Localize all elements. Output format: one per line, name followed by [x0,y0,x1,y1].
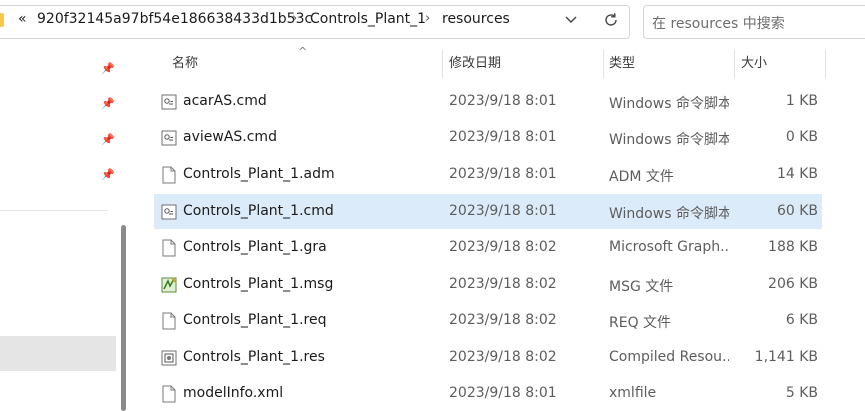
file-size: 60 KB [776,203,818,219]
file-date: 2023/9/18 8:02 [449,349,557,365]
cmd-file-icon [161,93,177,111]
file-size: 188 KB [768,239,818,255]
blank-file-icon [161,385,177,403]
file-name: acarAS.cmd [183,93,267,109]
column-header-name[interactable]: 名称 [172,52,198,77]
column-divider[interactable] [734,50,735,78]
cmd-file-icon [161,203,177,221]
file-date: 2023/9/18 8:01 [449,385,557,401]
pin-icon: 📌 [101,133,115,146]
file-row[interactable]: Controls_Plant_1.req 2023/9/18 8:02 REQ … [154,303,822,338]
file-type: Windows 命令脚本 [609,132,729,148]
file-type: Windows 命令脚本 [609,96,729,112]
file-name: modelInfo.xml [183,385,284,401]
file-name: Controls_Plant_1.gra [183,239,327,255]
file-date: 2023/9/18 8:01 [449,203,557,219]
pin-icon: 📌 [101,168,115,181]
blank-file-icon [161,166,177,184]
file-type: ADM 文件 [609,169,674,185]
column-header-size[interactable]: 大小 [741,52,767,77]
folder-icon [0,13,4,27]
file-size: 0 KB [785,129,818,145]
search-input[interactable]: 在 resources 中搜索 [643,5,865,39]
file-row[interactable]: Controls_Plant_1.adm 2023/9/18 8:01 ADM … [154,157,822,192]
blank-file-icon [161,239,177,257]
file-type: Windows 命令脚本 [609,206,729,222]
file-row[interactable]: modelInfo.xml 2023/9/18 8:01 xmlfile 5 K… [154,376,822,411]
file-name: Controls_Plant_1.adm [183,166,335,182]
column-header-date[interactable]: 修改日期 [449,52,501,77]
breadcrumb-overflow[interactable]: « [18,11,27,27]
file-date: 2023/9/18 8:02 [449,276,557,292]
file-row-selected[interactable]: Controls_Plant_1.cmd 2023/9/18 8:01 Wind… [154,194,822,229]
file-type: Microsoft Graph... [609,239,729,255]
search-placeholder: 在 resources 中搜索 [652,16,785,32]
file-date: 2023/9/18 8:02 [449,312,557,328]
file-type: MSG 文件 [609,279,674,295]
breadcrumb-hash-folder[interactable]: 920f32145a97bf54e186638433d1b53c [37,11,312,27]
column-divider[interactable] [442,50,443,78]
pin-icon: 📌 [101,97,115,110]
file-name: aviewAS.cmd [183,129,277,145]
column-divider[interactable] [603,50,604,78]
breadcrumb-resources[interactable]: resources [442,11,510,27]
breadcrumb-controls-plant[interactable]: Controls_Plant_1 [310,11,426,27]
nav-divider [0,210,108,211]
file-size: 206 KB [768,276,818,292]
nav-scrollbar[interactable] [121,225,126,411]
column-divider[interactable] [825,50,826,78]
file-name: Controls_Plant_1.res [183,349,325,365]
navigation-pane: 📌 📌 📌 📌 [0,46,118,411]
pin-icon: 📌 [101,62,115,75]
file-type: Compiled Resou... [609,349,729,365]
file-date: 2023/9/18 8:02 [449,239,557,255]
file-row[interactable]: acarAS.cmd 2023/9/18 8:01 Windows 命令脚本 1… [154,84,822,119]
file-name: Controls_Plant_1.cmd [183,203,334,219]
file-size: 14 KB [776,166,818,182]
file-type: xmlfile [609,385,657,401]
breadcrumb-separator[interactable]: › [425,11,430,26]
cmd-file-icon [161,129,177,147]
breadcrumb-separator[interactable]: › [292,11,297,26]
blank-file-icon [161,312,177,330]
file-date: 2023/9/18 8:01 [449,93,557,109]
nav-selected-item[interactable] [0,336,116,371]
column-header-type[interactable]: 类型 [609,52,635,77]
file-size: 1,141 KB [754,349,818,365]
sort-ascending-icon: ^ [298,45,308,58]
file-size: 1 KB [785,93,818,109]
file-row[interactable]: aviewAS.cmd 2023/9/18 8:01 Windows 命令脚本 … [154,120,822,155]
file-name: Controls_Plant_1.req [183,312,327,328]
file-row[interactable]: Controls_Plant_1.gra 2023/9/18 8:02 Micr… [154,230,822,265]
res-file-icon [161,349,177,367]
file-row[interactable]: Controls_Plant_1.msg 2023/9/18 8:02 MSG … [154,267,822,302]
file-name: Controls_Plant_1.msg [183,276,334,292]
chevron-down-icon[interactable] [562,9,580,29]
file-row[interactable]: Controls_Plant_1.res 2023/9/18 8:02 Comp… [154,340,822,375]
file-type: REQ 文件 [609,315,672,331]
file-size: 5 KB [785,385,818,401]
msg-file-icon [161,276,177,294]
refresh-icon[interactable] [598,7,624,33]
address-bar-region: « 920f32145a97bf54e186638433d1b53c › Con… [0,0,865,46]
file-size: 6 KB [785,312,818,328]
file-date: 2023/9/18 8:01 [449,166,557,182]
file-date: 2023/9/18 8:01 [449,129,557,145]
